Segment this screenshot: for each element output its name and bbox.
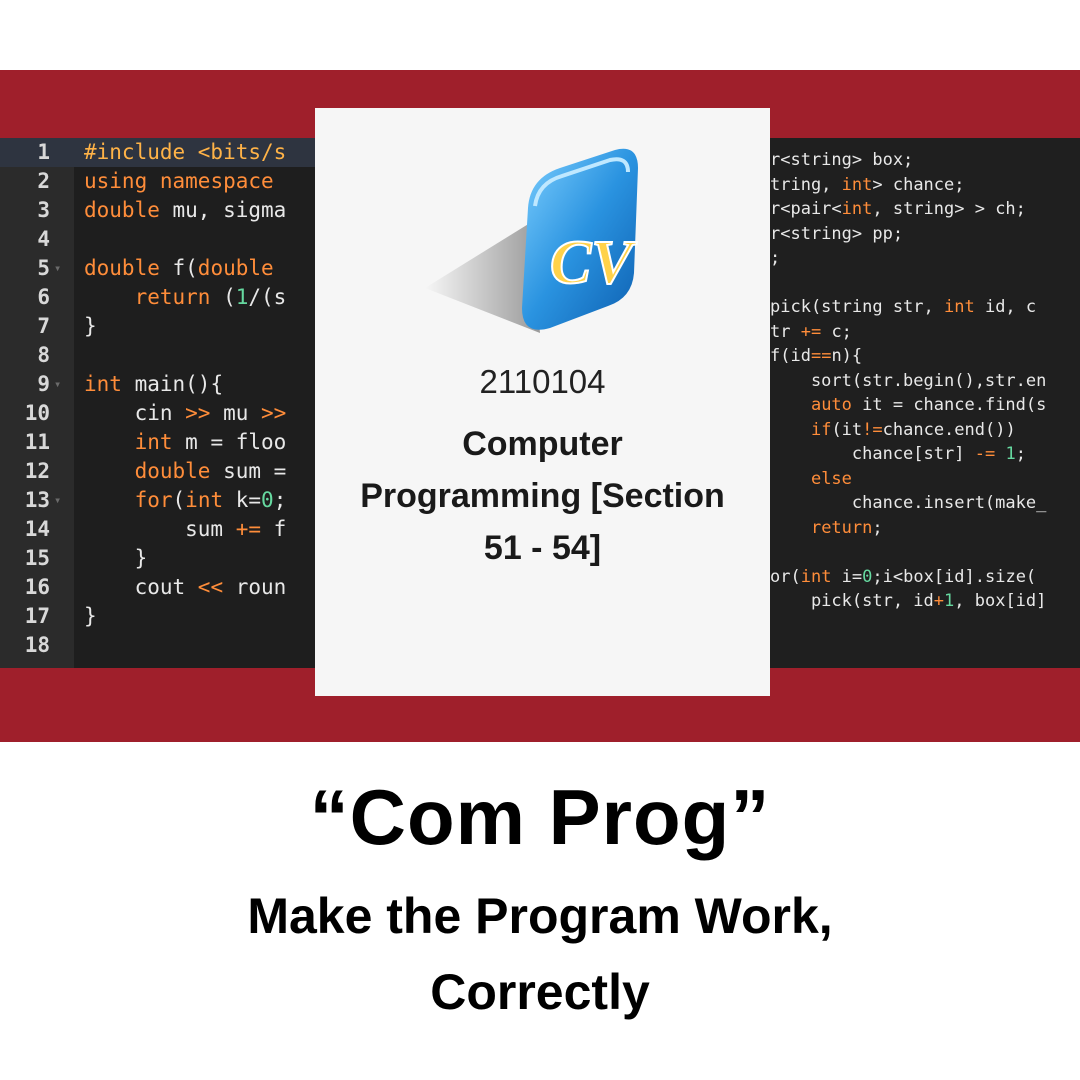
line-number: 3 [37, 198, 50, 222]
course-title: Computer Programming [Section 51 - 54] [315, 418, 770, 574]
line-number: 16 [24, 575, 50, 599]
code-text: using namespace [84, 169, 274, 193]
code-text: double f(double [84, 256, 274, 280]
code-text: cout << roun [84, 575, 287, 599]
line-number: 5 [37, 256, 50, 280]
code-text: } [84, 546, 148, 570]
line-number: 1 [37, 140, 50, 164]
code-text: sum += f [84, 517, 287, 541]
code-text: chance.insert(make_ [770, 493, 1047, 513]
fold-arrow-icon[interactable]: ▾ [54, 370, 61, 399]
code-text: r<string> pp; [770, 223, 904, 244]
code-text: double mu, sigma [84, 198, 287, 222]
code-text: r<string> box; [770, 150, 914, 170]
fold-arrow-icon[interactable]: ▾ [54, 254, 61, 283]
code-editor-left: 1 #include <bits/s 2 using namespace 3 double… [0, 138, 330, 668]
code-text: for(int k=0; [134, 488, 287, 512]
code-text: return; [810, 517, 883, 538]
code-text: return (1/(s [134, 285, 287, 309]
code-text: ; [770, 248, 781, 268]
line-number: 4 [37, 227, 50, 251]
code-text: auto it = chance.find(s [810, 395, 1047, 415]
course-title-line: 51 - 54] [483, 529, 602, 567]
code-text: } [84, 314, 97, 338]
code-text: tring, int> chance; [770, 174, 965, 195]
cv-logo-icon: CV [425, 148, 638, 333]
course-title-line: Computer [462, 425, 623, 463]
line-number: 9 [37, 372, 50, 396]
code-text: r<pair<int, string> > ch; [770, 199, 1026, 219]
code-text: f(id==n){ [770, 346, 863, 366]
subheadline: Make the Program Work, Correctly [0, 878, 1080, 1030]
line-number: 12 [24, 459, 50, 483]
code-text: else [810, 468, 852, 489]
code-line: 1 #include <bits/s [0, 138, 330, 167]
code-text: chance[str] -= 1; [770, 444, 1026, 464]
line-number: 17 [24, 604, 50, 628]
line-number: 15 [24, 546, 50, 570]
code-text: pick(string str, int id, c [770, 297, 1037, 317]
line-number: 6 [37, 285, 50, 309]
code-text: } [84, 604, 97, 628]
code-text: pick(str, id+1, box[id] [770, 591, 1047, 611]
line-number: 14 [24, 517, 50, 541]
fold-arrow-icon[interactable]: ▾ [54, 486, 61, 515]
course-code: 2110104 [479, 363, 606, 400]
subheadline-line: Make the Program Work, [247, 888, 833, 944]
code-text: if(it!=chance.end()) [810, 419, 1016, 440]
line-number: 18 [24, 633, 50, 657]
line-number: 2 [37, 169, 50, 193]
svg-text:CV: CV [550, 229, 637, 297]
course-title-line: Programming [Section [360, 477, 725, 515]
headline: “Com Prog” [309, 773, 771, 861]
code-text: int m = floo [134, 430, 287, 454]
code-text: int main(){ [84, 372, 224, 396]
line-number: 13 [24, 488, 50, 512]
code-text: double sum = [134, 459, 287, 483]
line-number: 8 [37, 343, 50, 367]
code-text: tr += c; [770, 321, 852, 342]
code-text: sort(str.begin(),str.en [770, 370, 1047, 391]
line-number: 7 [37, 314, 50, 338]
line-number: 11 [24, 430, 50, 454]
course-card: CV 2110104 Computer Programming [Section… [315, 108, 770, 696]
subheadline-line: Correctly [430, 964, 650, 1020]
code-editor-right: r<string> box; tring, int> chance; r<pair<… [760, 138, 1080, 668]
code-text: cin >> mu >> [84, 401, 287, 425]
code-text: or(int i=0;i<box[id].size( [770, 566, 1037, 587]
code-text: #include <bits/s [84, 140, 287, 164]
line-number: 10 [24, 401, 50, 425]
